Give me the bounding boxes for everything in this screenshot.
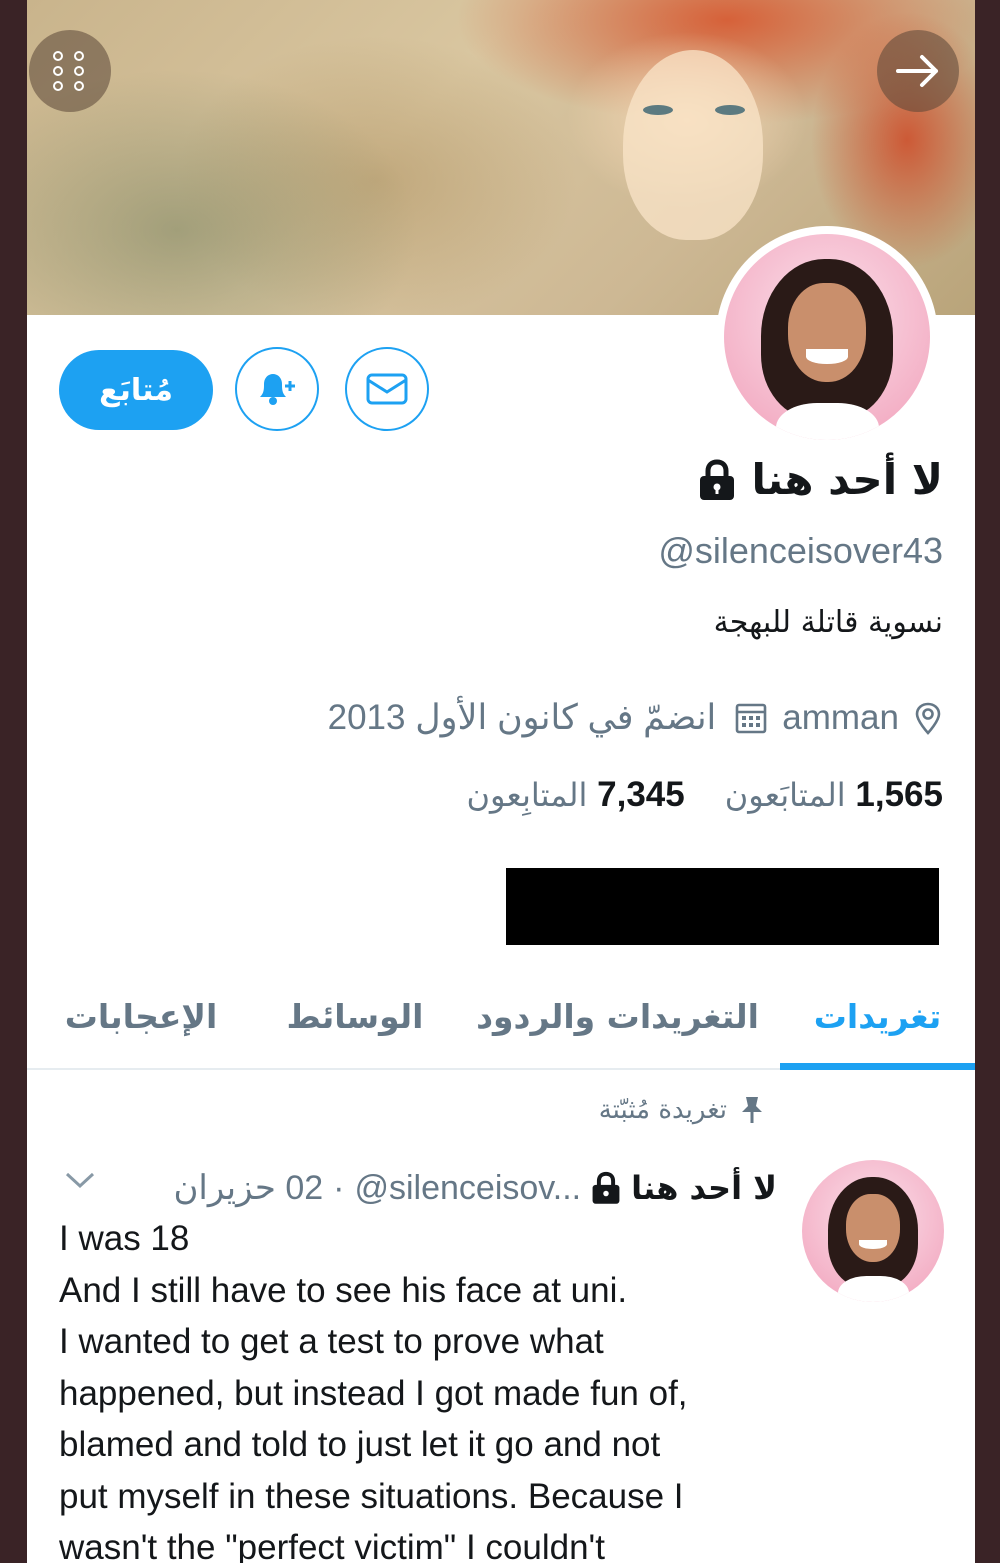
tweet-line: blamed and told to just let it go and no…: [59, 1425, 661, 1464]
display-name-text: لا أحد هنا: [751, 455, 943, 504]
profile-bio: نسوية قاتلة للبهجة: [713, 605, 943, 640]
profile-tabs: تغريدات التغريدات والردود الوسائط الإعجا…: [27, 965, 975, 1070]
bell-plus-icon: [260, 374, 295, 405]
avatar-image: [802, 1160, 944, 1302]
tweet-line: put myself in these situations. Because …: [59, 1476, 684, 1516]
calendar-icon: [735, 703, 767, 734]
forward-arrow-icon: [896, 55, 938, 87]
pinned-tweet-text: تغريدة مُثبّتة: [598, 1095, 727, 1125]
location-text: amman: [782, 698, 899, 737]
banner-illustration-face: [623, 50, 763, 240]
banner-eye: [715, 105, 745, 115]
lock-icon: [699, 458, 734, 500]
pin-icon: [742, 1097, 762, 1123]
profile-avatar[interactable]: [718, 228, 936, 446]
location-pin-icon: [915, 702, 941, 735]
message-button[interactable]: [345, 347, 429, 431]
tab-likes[interactable]: الإعجابات: [27, 965, 255, 1068]
banner-eye: [643, 105, 673, 115]
followers-count: 7,345: [597, 775, 685, 814]
tweet-date: 02 حزيران: [173, 1169, 324, 1207]
tweet-line: happened, but instead I got made fun of,: [59, 1373, 688, 1413]
lock-icon: [592, 1171, 620, 1204]
tweet-line: And I still have to see his face at uni.: [59, 1270, 628, 1310]
forward-button[interactable]: [877, 30, 959, 112]
tweet-author-avatar[interactable]: [802, 1160, 944, 1302]
tweet-author-name[interactable]: لا أحد هنا: [631, 1169, 777, 1207]
tweet-line: wasn't the "perfect victim" I couldn't: [59, 1528, 605, 1563]
following-count: 1,565: [855, 775, 943, 814]
avatar-image: [724, 234, 930, 440]
tweet-line: I was 18: [59, 1219, 190, 1258]
tweet-header: لا أحد هنا @silenceisov... · 02 حزيران: [173, 1160, 777, 1216]
followers-stat[interactable]: 7,345 المتابِعون: [467, 775, 685, 815]
envelope-icon: [366, 373, 408, 405]
profile-handle: @silenceisover43: [658, 530, 943, 571]
tweet-author-handle: @silenceisov...: [354, 1168, 582, 1207]
profile-screen: مُتابَع لا أحد هنا @silenceisover43 نسوي…: [27, 0, 975, 1563]
tweet-separator: ·: [333, 1168, 345, 1207]
location: amman: [782, 698, 943, 738]
pinned-tweet-label: تغريدة مُثبّتة: [599, 1095, 765, 1125]
join-date-text: انضمّ في كانون الأول 2013: [327, 698, 717, 737]
profile-stats: 1,565 المتابَعون 7,345 المتابِعون: [467, 775, 944, 815]
more-options-button[interactable]: [29, 30, 111, 112]
join-date: انضمّ في كانون الأول 2013: [328, 698, 769, 738]
tab-tweets-and-replies[interactable]: التغريدات والردود: [455, 965, 780, 1068]
tweet-text: I was 18 And I still have to see his fac…: [59, 1213, 779, 1563]
notifications-button[interactable]: [235, 347, 319, 431]
followers-label: المتابِعون: [466, 776, 588, 814]
profile-display-name: لا أحد هنا: [698, 455, 943, 504]
chevron-down-icon[interactable]: [63, 1168, 97, 1192]
following-stat[interactable]: 1,565 المتابَعون: [725, 775, 943, 815]
following-label: المتابَعون: [724, 776, 846, 814]
tab-tweets[interactable]: تغريدات: [780, 965, 975, 1070]
tweet-line: I wanted to get a test to prove what: [59, 1322, 604, 1361]
tab-media[interactable]: الوسائط: [255, 965, 455, 1068]
following-button[interactable]: مُتابَع: [59, 350, 213, 430]
redaction-bar: [506, 868, 939, 945]
more-icon: [52, 51, 88, 91]
profile-meta: amman انضمّ في كانون الأول 2013: [328, 690, 943, 746]
